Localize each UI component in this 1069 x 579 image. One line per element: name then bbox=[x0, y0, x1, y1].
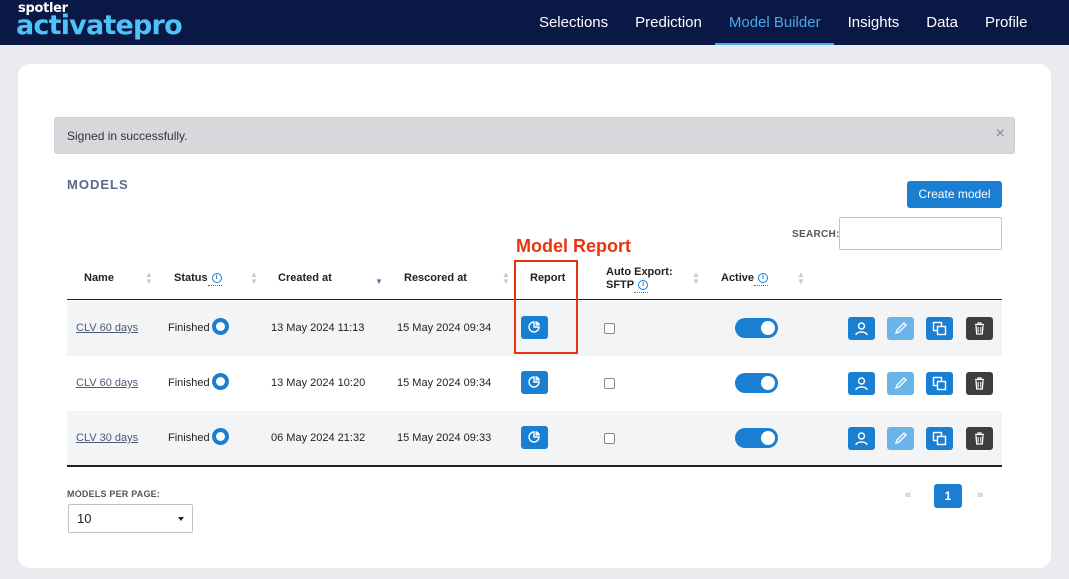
copy-icon bbox=[932, 431, 947, 446]
caret-down-icon bbox=[178, 517, 184, 521]
rescored-at: 15 May 2024 09:33 bbox=[397, 432, 492, 444]
trash-icon bbox=[975, 377, 984, 390]
brand-logo[interactable]: activatepro bbox=[16, 10, 183, 42]
info-icon-wrap: i bbox=[634, 279, 649, 293]
duplicate-button[interactable] bbox=[926, 427, 953, 450]
col-header-auto-export-line2-text: SFTP bbox=[606, 279, 635, 291]
created-at: 13 May 2024 11:13 bbox=[271, 322, 365, 334]
user-icon bbox=[855, 322, 868, 336]
pencil-icon bbox=[894, 432, 907, 445]
col-header-active-label: Active bbox=[721, 272, 755, 284]
status-text: Finished bbox=[168, 377, 210, 389]
top-navbar: spotler activatepro Selections Predictio… bbox=[0, 0, 1069, 45]
annotation-label: Model Report bbox=[516, 236, 631, 256]
user-icon bbox=[855, 432, 868, 446]
duplicate-button[interactable] bbox=[926, 317, 953, 340]
alert-text: Signed in successfully. bbox=[67, 129, 188, 143]
assign-user-button[interactable] bbox=[848, 427, 875, 450]
rescored-at: 15 May 2024 09:34 bbox=[397, 377, 492, 389]
pencil-icon bbox=[894, 377, 907, 390]
nav-prediction[interactable]: Prediction bbox=[622, 0, 716, 45]
main-nav: Selections Prediction Model Builder Insi… bbox=[525, 0, 1041, 45]
status-finished-icon bbox=[212, 373, 229, 390]
model-name-link[interactable]: CLV 60 days bbox=[76, 377, 138, 389]
col-header-auto-export-line1: Auto Export: bbox=[606, 266, 673, 278]
user-icon bbox=[855, 377, 868, 391]
status-text: Finished bbox=[168, 432, 210, 444]
delete-button[interactable] bbox=[966, 427, 993, 450]
pagination-page-1[interactable]: 1 bbox=[934, 484, 962, 508]
report-button[interactable] bbox=[521, 371, 548, 394]
page-title: MODELS bbox=[67, 177, 129, 192]
sort-icon[interactable]: ▲ ▼ bbox=[250, 271, 258, 286]
pagination-last-icon[interactable]: » bbox=[977, 489, 983, 501]
table-footer-divider bbox=[67, 465, 1002, 467]
copy-icon bbox=[932, 376, 947, 391]
nav-selections[interactable]: Selections bbox=[525, 0, 621, 45]
nav-profile[interactable]: Profile bbox=[971, 0, 1041, 45]
report-button[interactable] bbox=[521, 426, 548, 449]
status-text: Finished bbox=[168, 322, 210, 334]
delete-button[interactable] bbox=[966, 317, 993, 340]
model-name-link[interactable]: CLV 60 days bbox=[76, 322, 138, 334]
search-label: SEARCH: bbox=[792, 229, 840, 240]
annotation-highlight-box bbox=[514, 260, 578, 354]
sort-icon[interactable]: ▲ ▼ bbox=[692, 271, 700, 286]
trash-icon bbox=[975, 322, 984, 335]
auto-export-checkbox[interactable] bbox=[604, 323, 615, 334]
nav-insights[interactable]: Insights bbox=[834, 0, 913, 45]
nav-data[interactable]: Data bbox=[913, 0, 972, 45]
pie-chart-icon bbox=[528, 376, 540, 388]
info-icon-wrap: i bbox=[754, 272, 769, 286]
close-icon[interactable]: × bbox=[996, 125, 1005, 143]
info-icon[interactable]: i bbox=[211, 273, 222, 284]
info-icon[interactable]: i bbox=[638, 280, 649, 291]
info-icon[interactable]: i bbox=[758, 273, 769, 284]
assign-user-button[interactable] bbox=[848, 317, 875, 340]
model-name-link[interactable]: CLV 30 days bbox=[76, 432, 138, 444]
pagination-first-icon[interactable]: « bbox=[905, 489, 911, 501]
edit-button[interactable] bbox=[887, 317, 914, 340]
status-finished-icon bbox=[212, 428, 229, 445]
col-header-auto-export-line2: SFTP i bbox=[606, 279, 673, 293]
col-header-status-label: Status bbox=[174, 272, 208, 284]
col-header-active[interactable]: Active i bbox=[721, 272, 769, 286]
sort-icon[interactable]: ▲ ▼ bbox=[502, 271, 510, 286]
create-model-button[interactable]: Create model bbox=[907, 181, 1002, 208]
per-page-value: 10 bbox=[77, 511, 92, 526]
info-icon-wrap: i bbox=[207, 272, 222, 286]
edit-button[interactable] bbox=[887, 372, 914, 395]
delete-button[interactable] bbox=[966, 372, 993, 395]
sort-icon[interactable]: ▲ ▼ bbox=[145, 271, 153, 286]
sort-desc-icon[interactable]: ▼ bbox=[375, 278, 383, 286]
rescored-at: 15 May 2024 09:34 bbox=[397, 322, 492, 334]
success-alert: Signed in successfully. × bbox=[54, 117, 1015, 154]
assign-user-button[interactable] bbox=[848, 372, 875, 395]
pie-chart-icon bbox=[528, 431, 540, 443]
active-toggle[interactable] bbox=[735, 318, 778, 338]
col-header-rescored[interactable]: Rescored at bbox=[404, 272, 467, 285]
col-header-status[interactable]: Status i bbox=[174, 272, 222, 286]
edit-button[interactable] bbox=[887, 427, 914, 450]
trash-icon bbox=[975, 432, 984, 445]
copy-icon bbox=[932, 321, 947, 336]
active-toggle[interactable] bbox=[735, 373, 778, 393]
duplicate-button[interactable] bbox=[926, 372, 953, 395]
per-page-select[interactable]: 10 bbox=[68, 504, 193, 533]
sort-icon[interactable]: ▲ ▼ bbox=[797, 271, 805, 286]
status-finished-icon bbox=[212, 318, 229, 335]
search-input[interactable] bbox=[839, 217, 1002, 250]
col-header-created[interactable]: Created at bbox=[278, 272, 332, 285]
per-page-label: MODELS PER PAGE: bbox=[67, 489, 161, 499]
pencil-icon bbox=[894, 322, 907, 335]
auto-export-checkbox[interactable] bbox=[604, 433, 615, 444]
created-at: 13 May 2024 10:20 bbox=[271, 377, 366, 389]
auto-export-checkbox[interactable] bbox=[604, 378, 615, 389]
nav-model-builder[interactable]: Model Builder bbox=[715, 0, 835, 45]
col-header-auto-export[interactable]: Auto Export: SFTP i bbox=[606, 266, 673, 293]
col-header-name[interactable]: Name bbox=[84, 272, 114, 285]
created-at: 06 May 2024 21:32 bbox=[271, 432, 366, 444]
active-toggle[interactable] bbox=[735, 428, 778, 448]
